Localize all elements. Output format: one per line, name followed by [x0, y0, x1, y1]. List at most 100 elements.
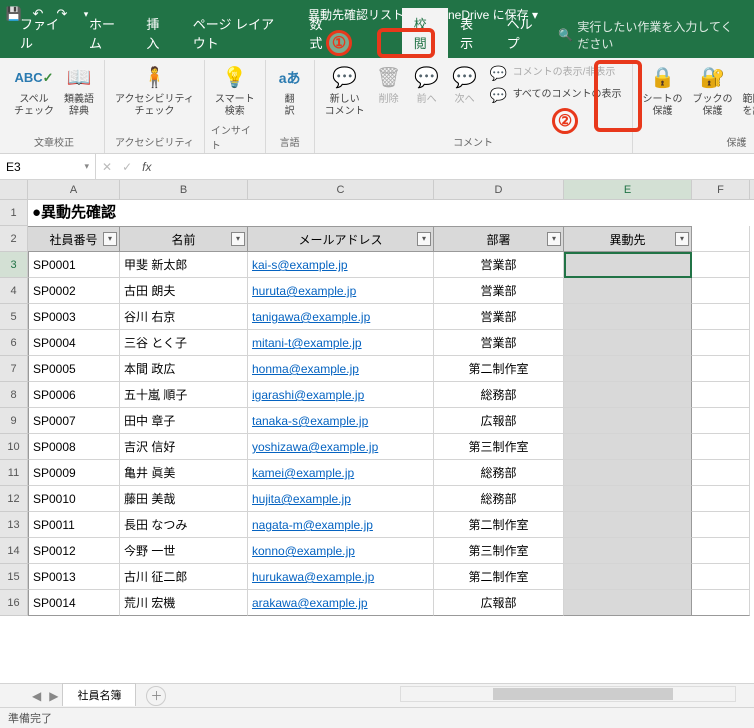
cell-email[interactable]: hujita@example.jp: [248, 486, 434, 512]
cell-id[interactable]: SP0009: [28, 460, 120, 486]
cell-dept[interactable]: 広報部: [434, 408, 564, 434]
cell-empty[interactable]: [692, 408, 750, 434]
cell-id[interactable]: SP0013: [28, 564, 120, 590]
name-box[interactable]: E3▾: [0, 154, 96, 179]
cell-email[interactable]: tanigawa@example.jp: [248, 304, 434, 330]
filter-icon[interactable]: ▾: [675, 232, 689, 246]
cell-name[interactable]: 五十嵐 順子: [120, 382, 248, 408]
tab-file[interactable]: ファイル: [8, 8, 77, 58]
row-header[interactable]: 15: [0, 564, 28, 590]
row-header[interactable]: 3: [0, 252, 28, 278]
cell-name[interactable]: 古川 征二郎: [120, 564, 248, 590]
cell-dept[interactable]: 広報部: [434, 590, 564, 616]
col-header[interactable]: E: [564, 180, 692, 199]
row-header[interactable]: 11: [0, 460, 28, 486]
row-header[interactable]: 6: [0, 330, 28, 356]
filter-icon[interactable]: ▾: [547, 232, 561, 246]
cell-name[interactable]: 本間 政広: [120, 356, 248, 382]
cell-dest[interactable]: [564, 538, 692, 564]
row-header[interactable]: 16: [0, 590, 28, 616]
row-header[interactable]: 12: [0, 486, 28, 512]
table-header[interactable]: 名前▾: [120, 226, 248, 252]
filter-icon[interactable]: ▾: [417, 232, 431, 246]
cell-id[interactable]: SP0008: [28, 434, 120, 460]
cell-dest[interactable]: [564, 356, 692, 382]
col-header[interactable]: D: [434, 180, 564, 199]
cell-dept[interactable]: 総務部: [434, 460, 564, 486]
show-all-comments-button[interactable]: 💬すべてのコメントの表示: [485, 84, 626, 106]
cell-dest[interactable]: [564, 434, 692, 460]
tab-review[interactable]: 校閲: [402, 8, 448, 58]
cell-email[interactable]: kamei@example.jp: [248, 460, 434, 486]
cell-dest[interactable]: [564, 278, 692, 304]
cell-dept[interactable]: 営業部: [434, 252, 564, 278]
row-header[interactable]: 8: [0, 382, 28, 408]
accessibility-button[interactable]: 🧍アクセシビリティ チェック: [111, 62, 198, 120]
cell-dest[interactable]: [564, 330, 692, 356]
row-header[interactable]: 5: [0, 304, 28, 330]
cell-empty[interactable]: [692, 564, 750, 590]
cell-name[interactable]: 古田 朗夫: [120, 278, 248, 304]
cell-id[interactable]: SP0002: [28, 278, 120, 304]
cell-dept[interactable]: 第三制作室: [434, 434, 564, 460]
table-header[interactable]: 異動先▾: [564, 226, 692, 252]
cell-name[interactable]: 亀井 眞美: [120, 460, 248, 486]
cell-dest[interactable]: [564, 252, 692, 278]
new-comment-button[interactable]: 💬新しい コメント: [321, 62, 369, 120]
protect-sheet-button[interactable]: 🔒シートの 保護: [639, 62, 687, 120]
tab-home[interactable]: ホーム: [77, 8, 134, 58]
tab-help[interactable]: ヘルプ: [495, 8, 553, 58]
col-header[interactable]: C: [248, 180, 434, 199]
cell-id[interactable]: SP0005: [28, 356, 120, 382]
row-header[interactable]: 10: [0, 434, 28, 460]
sheet-tab[interactable]: 社員名簿: [62, 683, 136, 706]
cell-dept[interactable]: 営業部: [434, 278, 564, 304]
cell-dept[interactable]: 第二制作室: [434, 564, 564, 590]
row-header[interactable]: 9: [0, 408, 28, 434]
cell-empty[interactable]: [692, 512, 750, 538]
cell-empty[interactable]: [692, 330, 750, 356]
cell-dept[interactable]: 第三制作室: [434, 538, 564, 564]
cell-id[interactable]: SP0003: [28, 304, 120, 330]
select-all[interactable]: [0, 180, 28, 199]
cell-email[interactable]: igarashi@example.jp: [248, 382, 434, 408]
allow-edit-ranges-button[interactable]: ▦範囲の編集 を許可する: [739, 62, 754, 120]
tab-nav-next-icon[interactable]: ▶: [45, 689, 62, 703]
add-sheet-button[interactable]: ＋: [146, 686, 166, 706]
cell-empty[interactable]: [692, 382, 750, 408]
cell-id[interactable]: SP0006: [28, 382, 120, 408]
cell-name[interactable]: 三谷 とく子: [120, 330, 248, 356]
smart-lookup-button[interactable]: 💡スマート 検索: [211, 62, 259, 120]
formula-input[interactable]: [161, 160, 748, 174]
row-header[interactable]: 4: [0, 278, 28, 304]
table-header[interactable]: メールアドレス▾: [248, 226, 434, 252]
table-header[interactable]: 部署▾: [434, 226, 564, 252]
tab-view[interactable]: 表示: [448, 8, 494, 58]
row-header[interactable]: 7: [0, 356, 28, 382]
cell-id[interactable]: SP0004: [28, 330, 120, 356]
cell-dept[interactable]: 総務部: [434, 486, 564, 512]
spell-check-button[interactable]: ABC✓スペル チェック: [10, 62, 58, 120]
cell-empty[interactable]: [692, 538, 750, 564]
cell-email[interactable]: yoshizawa@example.jp: [248, 434, 434, 460]
cell-id[interactable]: SP0001: [28, 252, 120, 278]
cell-dept[interactable]: 総務部: [434, 382, 564, 408]
cancel-icon[interactable]: ✕: [102, 160, 112, 174]
cell-dept[interactable]: 営業部: [434, 304, 564, 330]
tab-nav-prev-icon[interactable]: ◀: [28, 689, 45, 703]
cell-dept[interactable]: 営業部: [434, 330, 564, 356]
cell-name[interactable]: 荒川 宏機: [120, 590, 248, 616]
cell-id[interactable]: SP0012: [28, 538, 120, 564]
cell-empty[interactable]: [692, 590, 750, 616]
worksheet[interactable]: A B C D E F 1●異動先確認2社員番号▾名前▾メールアドレス▾部署▾異…: [0, 180, 754, 683]
tell-me-search[interactable]: 🔍 実行したい作業を入力してください: [552, 12, 746, 58]
cell-name[interactable]: 吉沢 信好: [120, 434, 248, 460]
col-header[interactable]: F: [692, 180, 750, 199]
cell-name[interactable]: 甲斐 新太郎: [120, 252, 248, 278]
cell-email[interactable]: hurukawa@example.jp: [248, 564, 434, 590]
filter-icon[interactable]: ▾: [103, 232, 117, 246]
col-header[interactable]: B: [120, 180, 248, 199]
cell-email[interactable]: honma@example.jp: [248, 356, 434, 382]
cell-email[interactable]: kai-s@example.jp: [248, 252, 434, 278]
row-header[interactable]: 13: [0, 512, 28, 538]
